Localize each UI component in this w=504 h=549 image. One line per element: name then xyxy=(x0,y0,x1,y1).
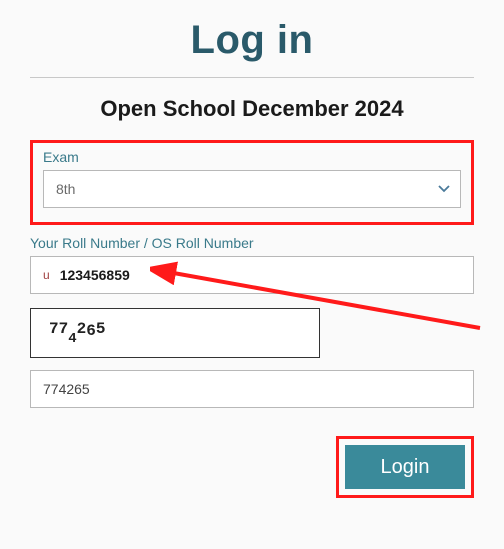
login-title: Log in xyxy=(30,18,474,63)
chevron-down-icon xyxy=(438,182,450,196)
captcha-image: 7 7 4 2 6 5 xyxy=(30,308,320,358)
roll-prefix: u xyxy=(43,268,50,282)
captcha-input-value: 774265 xyxy=(43,381,90,397)
roll-input[interactable]: u 123456859 xyxy=(30,256,474,294)
roll-value: 123456859 xyxy=(60,267,130,283)
exam-label: Exam xyxy=(43,149,461,165)
roll-label: Your Roll Number / OS Roll Number xyxy=(30,235,474,251)
exam-highlight-box: Exam 8th xyxy=(30,140,474,225)
login-button[interactable]: Login xyxy=(345,445,465,489)
login-highlight-box: Login xyxy=(336,436,474,498)
exam-select-value: 8th xyxy=(56,181,75,197)
exam-select[interactable]: 8th xyxy=(43,170,461,208)
captcha-input[interactable]: 774265 xyxy=(30,370,474,408)
subtitle: Open School December 2024 xyxy=(30,96,474,122)
divider xyxy=(30,77,474,78)
